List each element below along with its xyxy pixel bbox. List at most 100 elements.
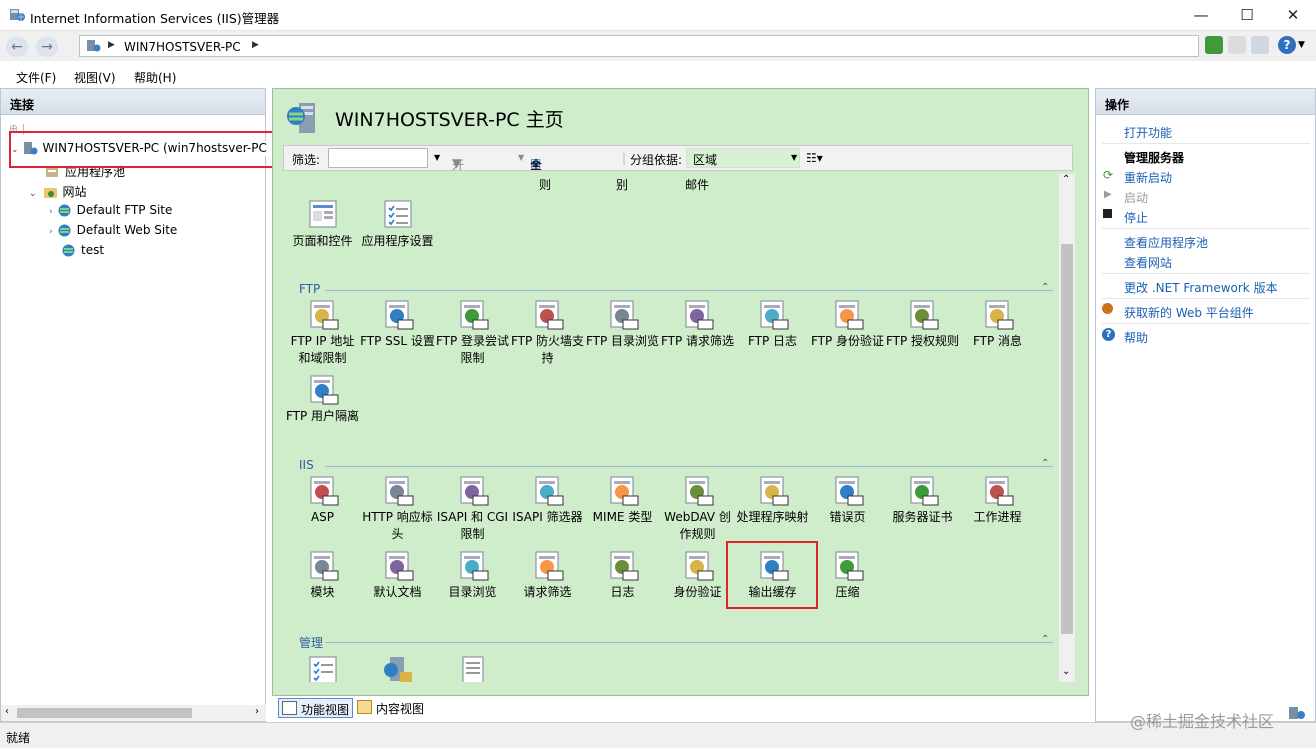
- feature-app-settings[interactable]: 应用程序设置: [360, 198, 435, 250]
- menu-help[interactable]: 帮助(H): [134, 69, 176, 86]
- scroll-thumb[interactable]: [1061, 244, 1073, 634]
- feature-logging[interactable]: 日志: [585, 549, 660, 601]
- feature-error-pages[interactable]: 错误页: [810, 474, 885, 526]
- scroll-right-icon[interactable]: ›: [255, 706, 259, 717]
- feature-server-certificates[interactable]: 服务器证书: [885, 474, 960, 526]
- server-certificates-icon: [907, 474, 939, 506]
- feature-isapi-cgi-restrictions[interactable]: ISAPI 和 CGI 限制: [435, 474, 510, 543]
- section-ftp[interactable]: FTP: [299, 282, 320, 296]
- feature-pages-controls[interactable]: 页面和控件: [285, 198, 360, 250]
- section-iis[interactable]: IIS: [299, 458, 314, 472]
- feature-webdav-authoring[interactable]: WebDAV 创作规则: [660, 474, 735, 543]
- menu-file[interactable]: 文件(F): [16, 69, 56, 86]
- help-icon[interactable]: ?: [1278, 36, 1296, 54]
- back-button[interactable]: ←: [6, 37, 28, 57]
- breadcrumb-arrow-icon[interactable]: ▶: [108, 40, 115, 50]
- feature-ftp-ip-restrictions[interactable]: FTP IP 地址和域限制: [285, 298, 360, 367]
- chevron-right-icon[interactable]: ›: [49, 207, 53, 217]
- section-manage[interactable]: 管理: [299, 634, 323, 651]
- action-restart[interactable]: 重新启动: [1124, 169, 1172, 186]
- horizontal-scrollbar[interactable]: ‹ ›: [1, 705, 266, 721]
- feature-isapi-filters[interactable]: ISAPI 筛选器: [510, 474, 585, 526]
- feature-handler-mappings[interactable]: 处理程序映射: [735, 474, 810, 526]
- close-button[interactable]: ✕: [1270, 0, 1316, 31]
- feature-asp[interactable]: ASP: [285, 474, 360, 526]
- feature-ftp-logging[interactable]: FTP 日志: [735, 298, 810, 350]
- minimize-button[interactable]: —: [1178, 0, 1224, 31]
- view-options-icon[interactable]: ☷▾: [806, 151, 823, 165]
- feature-mime-types[interactable]: MIME 类型: [585, 474, 660, 526]
- tree-node-ftp-site[interactable]: › Default FTP Site: [49, 203, 172, 218]
- config-editor-icon: [307, 654, 339, 682]
- feature-label: FTP 登录尝试限制: [435, 334, 510, 365]
- chevron-down-icon[interactable]: ▼: [434, 153, 440, 162]
- feature-ftp-logon-attempts[interactable]: FTP 登录尝试限制: [435, 298, 510, 367]
- http-response-headers-icon: [382, 474, 414, 506]
- scroll-left-icon[interactable]: ‹: [5, 706, 9, 717]
- feature-manage-1[interactable]: [285, 654, 360, 682]
- feature-ftp-firewall[interactable]: FTP 防火墙支持: [510, 298, 585, 367]
- mime-types-icon: [607, 474, 639, 506]
- web-platform-icon: [1102, 303, 1113, 314]
- collapse-icon[interactable]: ⌃: [1041, 282, 1049, 293]
- chevron-right-icon[interactable]: ›: [49, 227, 53, 237]
- scroll-up-icon[interactable]: ⌃: [1062, 174, 1070, 185]
- tree-node-test[interactable]: test: [61, 243, 104, 258]
- collapse-icon[interactable]: ⌃: [1041, 634, 1049, 645]
- filter-input[interactable]: [328, 148, 428, 168]
- feature-modules[interactable]: 模块: [285, 549, 360, 601]
- feature-ftp-user-isolation[interactable]: FTP 用户隔离: [285, 373, 360, 425]
- collapse-icon[interactable]: ⌃: [1041, 458, 1049, 469]
- scroll-down-icon[interactable]: ⌄: [1062, 666, 1070, 677]
- feature-ftp-messages[interactable]: FTP 消息: [960, 298, 1035, 350]
- feature-label: 服务器证书: [892, 510, 953, 524]
- action-view-sites[interactable]: 查看网站: [1124, 254, 1172, 271]
- refresh-icon[interactable]: [1205, 36, 1223, 54]
- feature-compression[interactable]: 压缩: [810, 549, 885, 601]
- feature-authentication[interactable]: 身份验证: [660, 549, 735, 601]
- tree-node-sites[interactable]: ⌄ 网站: [29, 183, 87, 200]
- feature-worker-processes[interactable]: 工作进程: [960, 474, 1035, 526]
- home-icon[interactable]: [1251, 36, 1269, 54]
- action-stop[interactable]: 停止: [1124, 209, 1148, 226]
- forward-button[interactable]: →: [36, 37, 58, 57]
- group-by-select[interactable]: 区域 ▼: [686, 148, 800, 168]
- feature-directory-browsing[interactable]: 目录浏览: [435, 549, 510, 601]
- menu-view[interactable]: 视图(V): [74, 69, 116, 86]
- address-box[interactable]: ▶ WIN7HOSTSVER-PC ▶: [79, 35, 1199, 57]
- folder-globe-icon: [43, 188, 57, 198]
- feature-ftp-request-filtering[interactable]: FTP 请求筛选: [660, 298, 735, 350]
- feature-default-document[interactable]: 默认文档: [360, 549, 435, 601]
- feature-ftp-directory-browsing[interactable]: FTP 目录浏览: [585, 298, 660, 350]
- feature-request-filtering[interactable]: 请求筛选: [510, 549, 585, 601]
- action-open-feature[interactable]: 打开功能: [1124, 124, 1172, 141]
- chevron-down-icon[interactable]: ▼: [791, 153, 797, 162]
- tab-content-view[interactable]: 内容视图: [354, 698, 427, 718]
- tab-label: 功能视图: [301, 703, 350, 717]
- breadcrumb-arrow-icon[interactable]: ▶: [252, 40, 259, 50]
- partial-label: 则: [539, 178, 552, 192]
- tree-node-web-site[interactable]: › Default Web Site: [49, 223, 177, 238]
- action-get-components[interactable]: 获取新的 Web 平台组件: [1124, 304, 1254, 321]
- feature-manage-3[interactable]: [435, 654, 510, 682]
- action-change-net[interactable]: 更改 .NET Framework 版本: [1124, 279, 1278, 296]
- feature-http-response-headers[interactable]: HTTP 响应标头: [360, 474, 435, 543]
- vertical-scrollbar[interactable]: ⌃ ⌄: [1059, 174, 1075, 682]
- action-view-app-pools[interactable]: 查看应用程序池: [1124, 234, 1208, 251]
- chevron-down-icon[interactable]: ▼: [518, 153, 524, 162]
- feature-ftp-authentication[interactable]: FTP 身份验证: [810, 298, 885, 350]
- action-help[interactable]: 帮助: [1124, 329, 1148, 346]
- feature-ftp-ssl-settings[interactable]: FTP SSL 设置: [360, 298, 435, 350]
- tab-features-view[interactable]: 功能视图: [278, 698, 354, 718]
- feature-manage-2[interactable]: [360, 654, 435, 682]
- feature-ftp-authorization[interactable]: FTP 授权规则: [885, 298, 960, 350]
- status-text: 就绪: [6, 731, 31, 745]
- chevron-down-icon[interactable]: ▼: [1298, 40, 1305, 50]
- maximize-button[interactable]: ☐: [1224, 0, 1270, 31]
- highlight-server-box: [9, 131, 279, 168]
- breadcrumb-server[interactable]: WIN7HOSTSVER-PC: [124, 40, 241, 54]
- chevron-down-icon[interactable]: ⌄: [29, 189, 37, 199]
- section-divider: [325, 290, 1053, 291]
- scroll-thumb[interactable]: [17, 708, 192, 718]
- stop-icon[interactable]: [1228, 36, 1246, 54]
